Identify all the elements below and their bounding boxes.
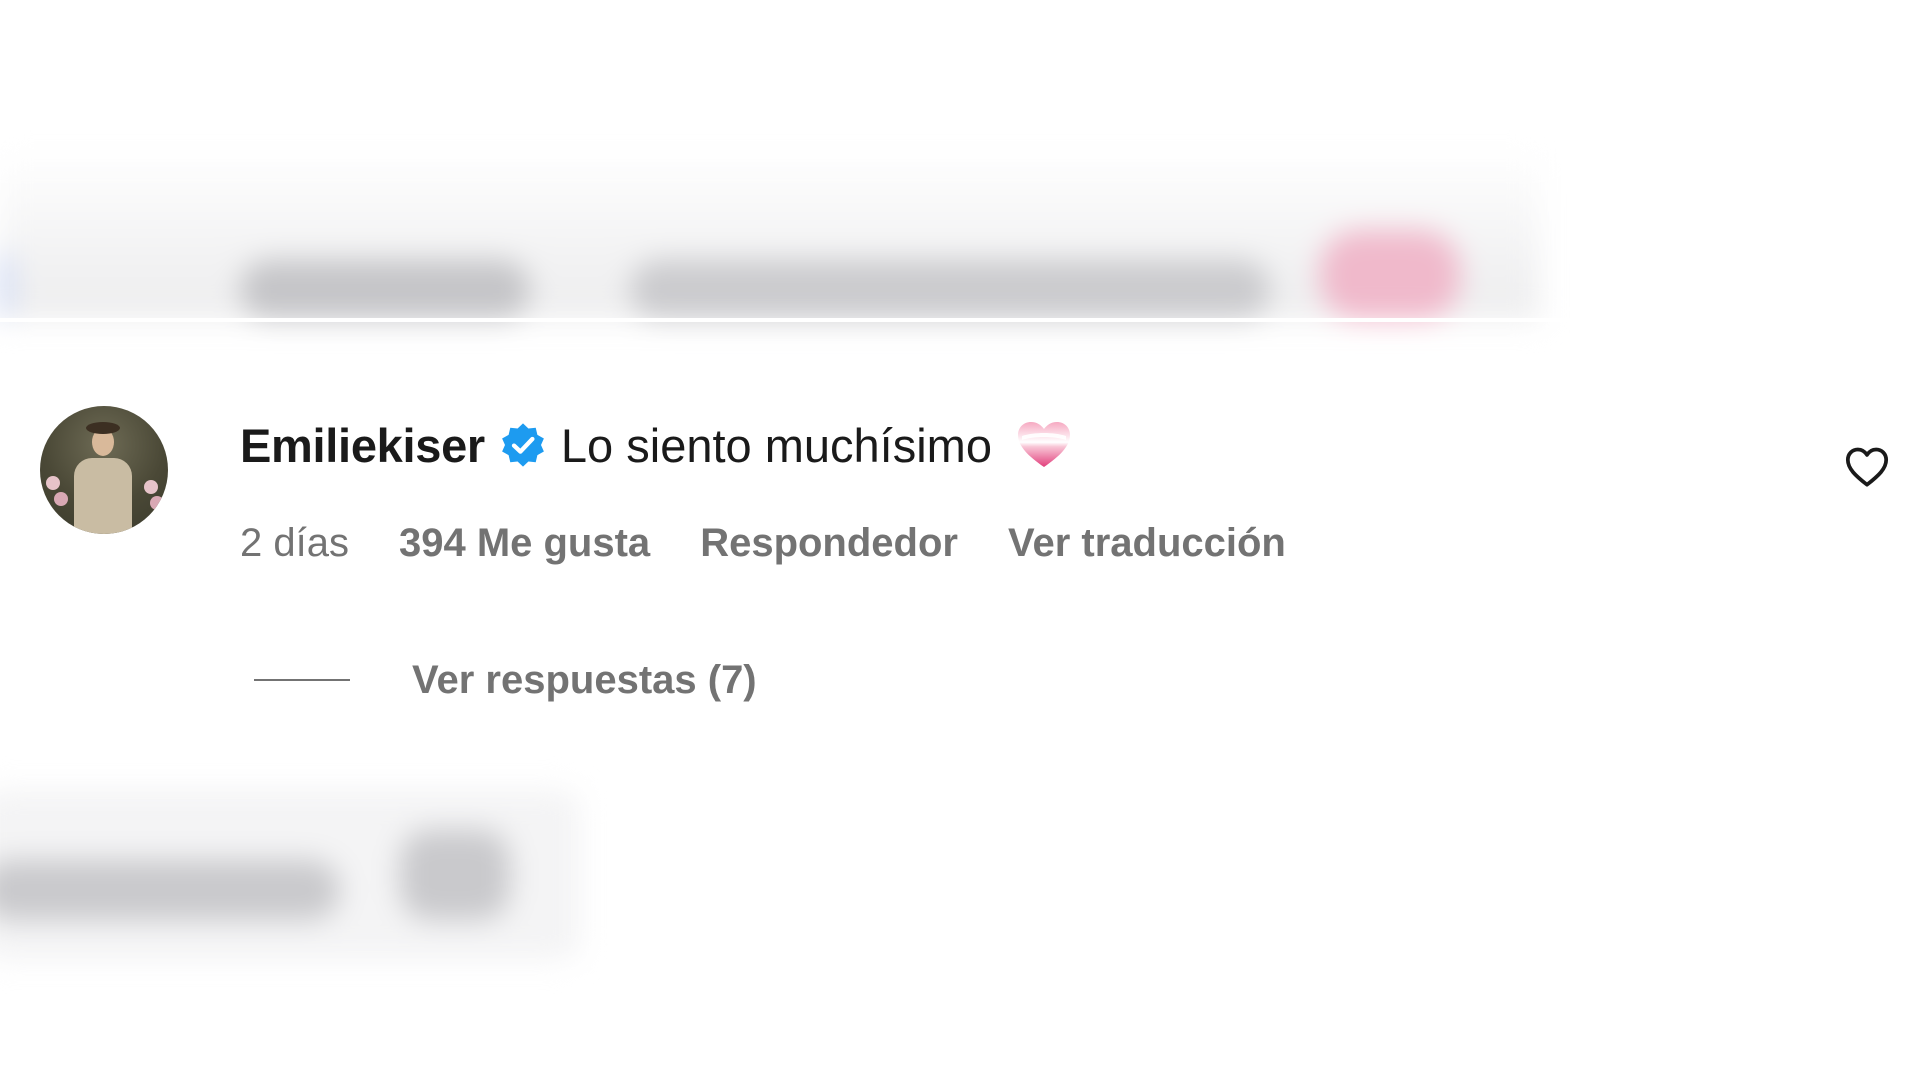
view-replies-button[interactable]: Ver respuestas (7): [254, 652, 757, 708]
comment-body: Emiliekiser Lo siento muchísimo: [240, 415, 1072, 475]
comment-username[interactable]: Emiliekiser: [240, 418, 485, 473]
see-translation-button[interactable]: Ver traducción: [1008, 521, 1286, 566]
view-replies-label: Ver respuestas (7): [412, 657, 757, 702]
replies-divider-line: [254, 679, 350, 681]
comment-timestamp[interactable]: 2 días: [240, 521, 349, 566]
comment-item: Emiliekiser Lo siento muchísimo 2 días 3…: [0, 0, 1920, 1080]
likes-count-button[interactable]: 394 Me gusta: [399, 521, 650, 566]
comments-view: Emiliekiser Lo siento muchísimo 2 días 3…: [0, 0, 1920, 1080]
comment-text: Lo siento muchísimo: [560, 418, 992, 472]
verified-badge-icon: [502, 423, 544, 467]
heart-emoji-icon: [1017, 422, 1070, 467]
heart-outline-icon[interactable]: [1842, 442, 1892, 492]
reply-button[interactable]: Respondedor: [700, 521, 958, 566]
comment-meta: 2 días 394 Me gusta Respondedor Ver trad…: [240, 515, 1336, 571]
avatar[interactable]: [40, 406, 168, 534]
